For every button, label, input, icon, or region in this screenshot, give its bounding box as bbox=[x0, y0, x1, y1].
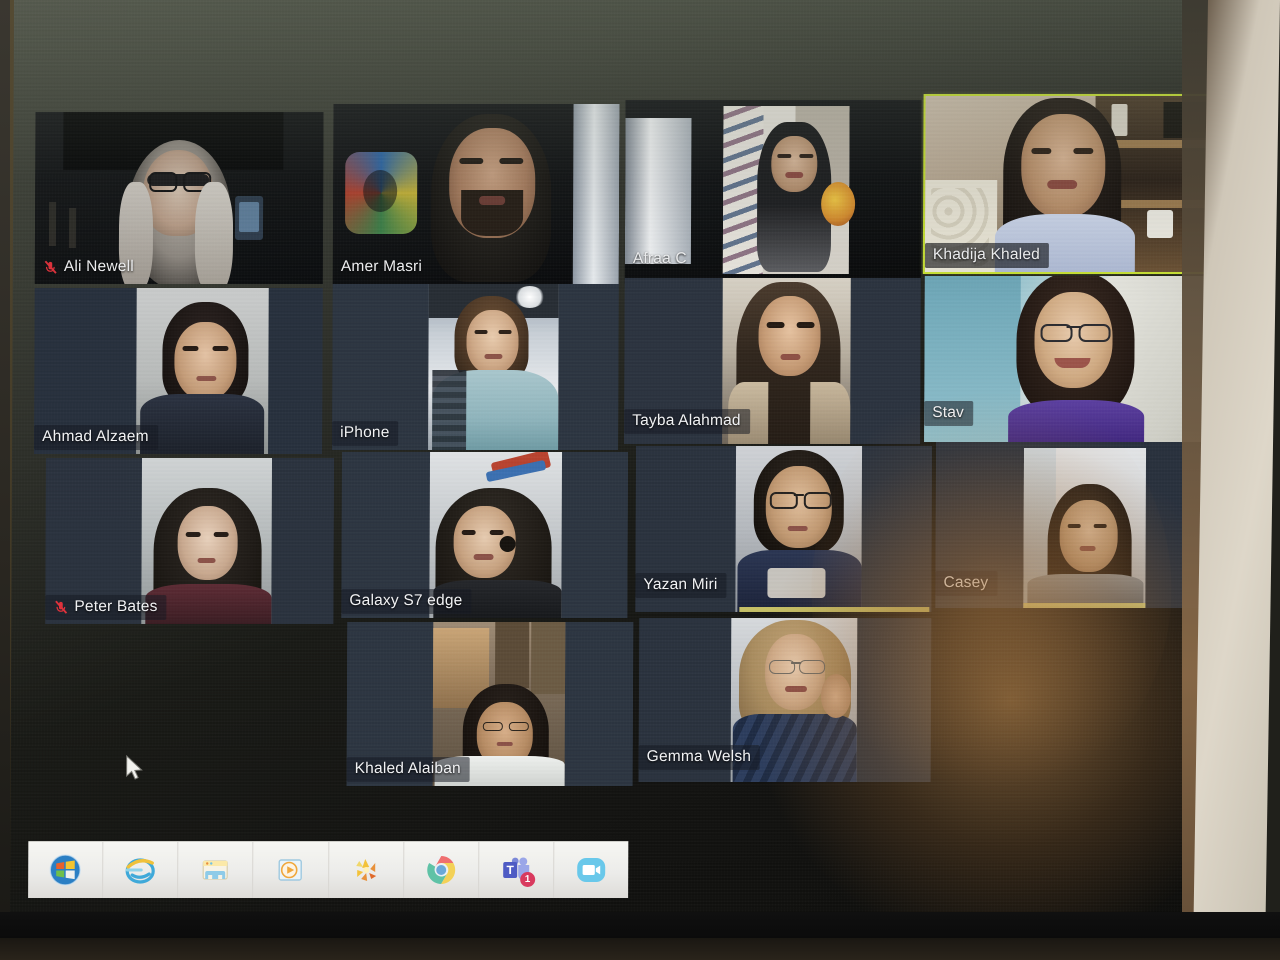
file-explorer-icon bbox=[198, 853, 232, 887]
participant-tile[interactable]: Ahmad Alzaem bbox=[34, 288, 323, 454]
participant-name: Gemma Welsh bbox=[646, 748, 752, 765]
desk-surface bbox=[0, 938, 1280, 960]
mouse-cursor bbox=[125, 754, 145, 783]
taskbar-item-microsoft-teams[interactable]: T 1 bbox=[478, 842, 555, 898]
participant-name-bar: Afraa C bbox=[625, 247, 696, 272]
taskbar-item-google-chrome[interactable] bbox=[403, 842, 480, 898]
participant-name-bar: Peter Bates bbox=[45, 595, 167, 620]
windows-taskbar[interactable]: T 1 bbox=[28, 841, 629, 898]
participant-name: Khadija Khaled bbox=[932, 246, 1041, 263]
monitor-screen: Ali Newell Amer Masri Afraa C Khadija Kh… bbox=[9, 0, 1215, 920]
participant-name-bar: Khaled Alaiban bbox=[346, 757, 470, 782]
participant-name: Ali Newell bbox=[63, 258, 134, 275]
participant-tile[interactable]: Ali Newell bbox=[34, 112, 324, 284]
mic-muted-icon bbox=[53, 600, 68, 615]
participant-name-bar: Galaxy S7 edge bbox=[341, 589, 472, 614]
participant-name: Yazan Miri bbox=[643, 576, 718, 593]
monitor-bezel-right bbox=[1193, 0, 1280, 938]
participant-name-bar: Khadija Khaled bbox=[924, 243, 1050, 268]
participant-name: Ahmad Alzaem bbox=[42, 428, 149, 445]
participant-tile[interactable]: iPhone bbox=[332, 284, 619, 450]
participant-name-bar: Gemma Welsh bbox=[638, 745, 761, 770]
internet-explorer-icon bbox=[123, 853, 157, 887]
participant-name: Stav bbox=[932, 404, 965, 421]
taskbar-item-file-explorer[interactable] bbox=[178, 842, 254, 898]
monitor-photo: Ali Newell Amer Masri Afraa C Khadija Kh… bbox=[0, 0, 1280, 960]
taskbar-item-photos[interactable] bbox=[328, 842, 404, 898]
participant-tile[interactable]: Peter Bates bbox=[45, 458, 335, 624]
participant-name: Galaxy S7 edge bbox=[349, 592, 463, 609]
participant-name-bar: Stav bbox=[924, 401, 974, 426]
participant-name-bar: Yazan Miri bbox=[635, 573, 727, 598]
taskbar-item-start[interactable] bbox=[28, 842, 104, 898]
participant-tile[interactable]: Stav bbox=[924, 276, 1215, 442]
participant-tile[interactable]: Khaled Alaiban bbox=[346, 622, 634, 786]
zoom-gallery-grid: Ali Newell Amer Masri Afraa C Khadija Kh… bbox=[10, 0, 1215, 830]
participant-name-bar: Casey bbox=[935, 571, 998, 596]
participant-name-bar: Ali Newell bbox=[35, 255, 143, 280]
participant-name: Casey bbox=[943, 574, 989, 591]
participant-tile[interactable]: Afraa C bbox=[624, 100, 922, 284]
participant-tile[interactable]: Amer Masri bbox=[332, 104, 620, 284]
participant-name: Amer Masri bbox=[340, 258, 423, 275]
participant-name-bar: Tayba Alahmad bbox=[624, 409, 750, 434]
teams-notification-badge: 1 bbox=[519, 872, 536, 887]
windows-media-player-icon bbox=[274, 853, 308, 887]
participant-name: Peter Bates bbox=[74, 598, 158, 615]
participant-name: Khaled Alaiban bbox=[354, 760, 461, 777]
participant-name-bar: Ahmad Alzaem bbox=[34, 425, 158, 450]
windows-start-icon bbox=[48, 853, 82, 887]
participant-name: Afraa C bbox=[632, 250, 687, 267]
participant-name: iPhone bbox=[340, 424, 390, 441]
participant-tile[interactable]: Casey bbox=[935, 442, 1215, 608]
svg-text:T: T bbox=[506, 863, 514, 877]
participant-tile[interactable]: Gemma Welsh bbox=[638, 618, 932, 782]
participant-tile[interactable]: Yazan Miri bbox=[635, 446, 933, 612]
taskbar-item-windows-media-player[interactable] bbox=[253, 842, 329, 898]
taskbar-item-zoom[interactable] bbox=[554, 842, 628, 898]
participant-name: Tayba Alahmad bbox=[632, 412, 741, 429]
taskbar-item-internet-explorer[interactable] bbox=[103, 842, 179, 898]
mic-muted-icon bbox=[43, 260, 58, 275]
participant-tile-active-speaker[interactable]: Khadija Khaled bbox=[922, 94, 1215, 274]
participant-name-bar: Amer Masri bbox=[333, 255, 431, 280]
participant-name-bar: iPhone bbox=[332, 421, 399, 446]
microsoft-teams-icon: T 1 bbox=[499, 853, 536, 887]
sunburst-app-icon bbox=[349, 853, 383, 887]
google-chrome-icon bbox=[424, 853, 458, 887]
zoom-icon bbox=[574, 853, 608, 887]
participant-tile[interactable]: Tayba Alahmad bbox=[624, 278, 921, 444]
participant-tile[interactable]: Galaxy S7 edge bbox=[341, 452, 629, 618]
